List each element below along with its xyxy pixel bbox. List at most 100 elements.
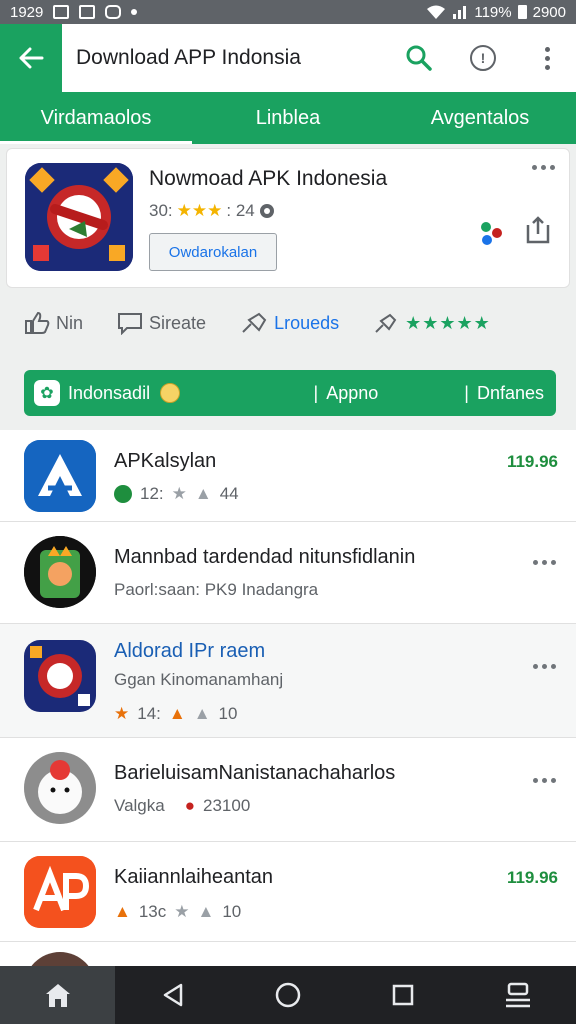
votes-value: 10 bbox=[218, 704, 238, 723]
app-price: 119.96 bbox=[506, 452, 558, 471]
bookmark-icon[interactable] bbox=[525, 215, 551, 245]
app-icon bbox=[24, 856, 96, 928]
more-vert-icon bbox=[544, 46, 550, 70]
app-icon bbox=[24, 640, 96, 712]
more-icon[interactable] bbox=[533, 778, 556, 783]
star-icon: ★ bbox=[114, 704, 130, 723]
image-notification-icon bbox=[53, 5, 70, 19]
featured-app-card[interactable]: Nowmoad APK Indonesia 30: ★★★ : 24 Owdar… bbox=[6, 148, 570, 288]
featured-more-icon[interactable] bbox=[532, 165, 555, 170]
home-icon bbox=[45, 984, 70, 1007]
like-label: Nin bbox=[56, 312, 84, 333]
back-triangle-icon bbox=[163, 983, 183, 1007]
like-action[interactable]: Nin bbox=[24, 311, 83, 335]
message-icon bbox=[118, 313, 143, 335]
app-meta: ★ 14: ▲ ▲ 10 bbox=[114, 704, 237, 724]
list-item[interactable]: APKalsylan 12: ★ ▲ 44 119.96 bbox=[0, 430, 576, 522]
nav-back-button[interactable] bbox=[115, 966, 230, 1024]
crown-icon: ▲ bbox=[114, 902, 131, 921]
rating-value: 13c bbox=[138, 902, 167, 921]
list-item[interactable]: Kaiiannlaiheantan ▲ 13c ★ ▲ 10 119.96 bbox=[0, 842, 576, 942]
navigation-bar bbox=[0, 966, 576, 1024]
rating-value: 12: bbox=[140, 484, 164, 503]
app-price: 119.96 bbox=[506, 868, 558, 887]
smile-emoji-icon bbox=[160, 383, 181, 403]
nav-menu-button[interactable] bbox=[461, 966, 576, 1024]
search-button[interactable] bbox=[396, 35, 442, 81]
rating-count: : 24 bbox=[226, 201, 255, 220]
globe-icon bbox=[114, 485, 132, 503]
pin-icon bbox=[242, 312, 267, 333]
votes-value: 44 bbox=[219, 484, 239, 503]
app-title: Mannbad tardendad nitunsfidlanin bbox=[114, 546, 416, 568]
star-icon: ★ bbox=[171, 484, 187, 503]
tab-virdamaolos[interactable]: Virdamaolos bbox=[0, 92, 192, 144]
switch-app-icon bbox=[506, 982, 531, 1008]
tab-avgentalos[interactable]: Avgentalos bbox=[384, 92, 576, 144]
rating-stars: ★★★ bbox=[176, 201, 223, 220]
thumb-icon: ▲ bbox=[193, 704, 211, 723]
filter-label[interactable]: Indonsadil bbox=[68, 383, 150, 404]
list-item[interactable]: Aldorad IPr raem Ggan Kinomanamhanj ★ 14… bbox=[0, 624, 576, 738]
app-title: BarieluisamNanistanachaharlos bbox=[114, 762, 396, 784]
status-bar: 1929 119% 2900 bbox=[0, 0, 576, 24]
share-action[interactable]: Sireate bbox=[117, 311, 206, 335]
list-item[interactable]: BarieluisamNanistanachaharlos Valgka ● 2… bbox=[0, 738, 576, 842]
meta-value: 23100 bbox=[203, 796, 251, 815]
app-meta: 12: ★ ▲ 44 bbox=[114, 484, 239, 504]
chat-notification-icon bbox=[105, 5, 122, 19]
back-arrow-icon bbox=[19, 47, 44, 69]
list-item[interactable]: Mannbad tardendad nitunsfidlanin Paorl:s… bbox=[0, 522, 576, 624]
more-options-button[interactable] bbox=[524, 35, 570, 81]
app-meta: ▲ 13c ★ ▲ 10 bbox=[114, 902, 241, 922]
search-icon bbox=[406, 45, 432, 71]
tab-linblea[interactable]: Linblea bbox=[192, 92, 384, 144]
app-title: Kaiiannlaiheantan bbox=[114, 866, 274, 888]
app-title: Aldorad IPr raem bbox=[114, 640, 266, 662]
action-row: Nin Sireate Lroueds ★★★★★ bbox=[6, 292, 570, 354]
nav-home-button[interactable] bbox=[0, 966, 116, 1024]
featured-app-logo bbox=[25, 163, 133, 271]
status-clock: 2900 bbox=[532, 3, 566, 21]
share-icon[interactable] bbox=[477, 219, 505, 247]
filter-appno[interactable]: Appno bbox=[326, 383, 378, 404]
star-icon: ★ bbox=[174, 902, 190, 921]
battery-percent: 119% bbox=[474, 3, 512, 21]
divider: | bbox=[464, 382, 469, 403]
battery-icon bbox=[517, 5, 527, 19]
app-subtitle: Valgka bbox=[114, 796, 165, 815]
downloads-label: Lroueds bbox=[274, 312, 340, 333]
more-icon[interactable] bbox=[533, 560, 556, 565]
badge-icon bbox=[259, 204, 274, 218]
rating-stars-green: ★★★★★ bbox=[405, 312, 491, 333]
downloads-action[interactable]: Lroueds bbox=[240, 311, 339, 335]
home-circle-icon bbox=[275, 982, 301, 1008]
votes-value: 10 bbox=[222, 902, 242, 921]
featured-download-button[interactable]: Owdarokalan bbox=[149, 233, 277, 271]
filter-dnfanes[interactable]: Dnfanes bbox=[477, 383, 544, 404]
pin-icon bbox=[375, 313, 397, 333]
gallery-notification-icon bbox=[79, 5, 96, 19]
app-bar: Download APP Indonsia ! bbox=[0, 24, 576, 92]
featured-app-name: Nowmoad APK Indonesia bbox=[149, 167, 388, 190]
recents-icon bbox=[392, 984, 414, 1006]
wifi-icon bbox=[427, 5, 446, 19]
rating-prefix: 30: bbox=[149, 201, 173, 220]
status-time: 1929 bbox=[10, 3, 44, 21]
more-icon[interactable] bbox=[533, 664, 556, 669]
app-icon bbox=[24, 440, 96, 512]
rating-action[interactable]: ★★★★★ bbox=[373, 311, 491, 335]
featured-rating: 30: ★★★ : 24 bbox=[149, 201, 275, 221]
back-button[interactable] bbox=[0, 24, 62, 92]
signal-icon bbox=[453, 6, 467, 19]
app-store-icon: ✿ bbox=[34, 380, 60, 406]
nav-recents-button[interactable] bbox=[346, 966, 461, 1024]
divider: | bbox=[313, 382, 319, 403]
tab-bar: Virdamaolos Linblea Avgentalos bbox=[0, 92, 576, 144]
app-subtitle: Ggan Kinomanamhanj bbox=[114, 670, 284, 689]
app-title: APKalsylan bbox=[114, 450, 217, 472]
rating-value: 14: bbox=[137, 704, 161, 723]
nav-circle-button[interactable] bbox=[230, 966, 345, 1024]
flame-icon: ▲ bbox=[168, 704, 186, 723]
info-button[interactable]: ! bbox=[460, 35, 506, 81]
